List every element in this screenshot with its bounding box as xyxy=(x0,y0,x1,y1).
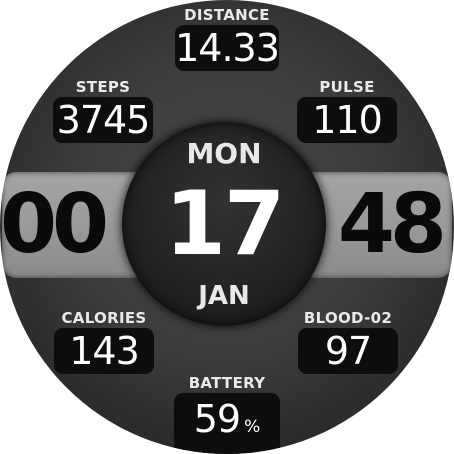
blood-oxygen-value: 97 xyxy=(298,328,398,374)
battery-box: 59% xyxy=(174,393,280,454)
minutes-display: 48 xyxy=(337,177,447,272)
month: JAN xyxy=(198,281,250,311)
battery-complication[interactable]: BATTERY 59% xyxy=(168,374,286,454)
blood-oxygen-label: BLOOD-02 xyxy=(303,309,393,327)
hours-display: 00 xyxy=(0,177,109,272)
pulse-complication[interactable]: PULSE 110 xyxy=(292,78,402,143)
steps-value: 3745 xyxy=(53,97,153,143)
pulse-value: 110 xyxy=(297,97,397,143)
battery-unit: % xyxy=(244,417,261,437)
calories-label: CALORIES xyxy=(61,309,147,327)
distance-value: 14.33 xyxy=(175,25,280,71)
blood-oxygen-complication[interactable]: BLOOD-02 97 xyxy=(290,309,406,374)
steps-complication[interactable]: STEPS 3745 xyxy=(48,78,158,143)
distance-label: DISTANCE xyxy=(184,6,270,24)
day-of-month: 17 xyxy=(164,172,285,275)
steps-label: STEPS xyxy=(75,78,131,96)
pulse-label: PULSE xyxy=(319,78,375,96)
battery-label: BATTERY xyxy=(188,374,266,392)
calories-value: 143 xyxy=(54,328,154,374)
battery-value: 59 xyxy=(193,397,241,441)
watch-face: 00 48 MON 17 JAN DISTANCE 14.33 STEPS 37… xyxy=(0,0,454,454)
distance-complication[interactable]: DISTANCE 14.33 xyxy=(162,6,292,71)
calories-complication[interactable]: CALORIES 143 xyxy=(46,309,162,374)
